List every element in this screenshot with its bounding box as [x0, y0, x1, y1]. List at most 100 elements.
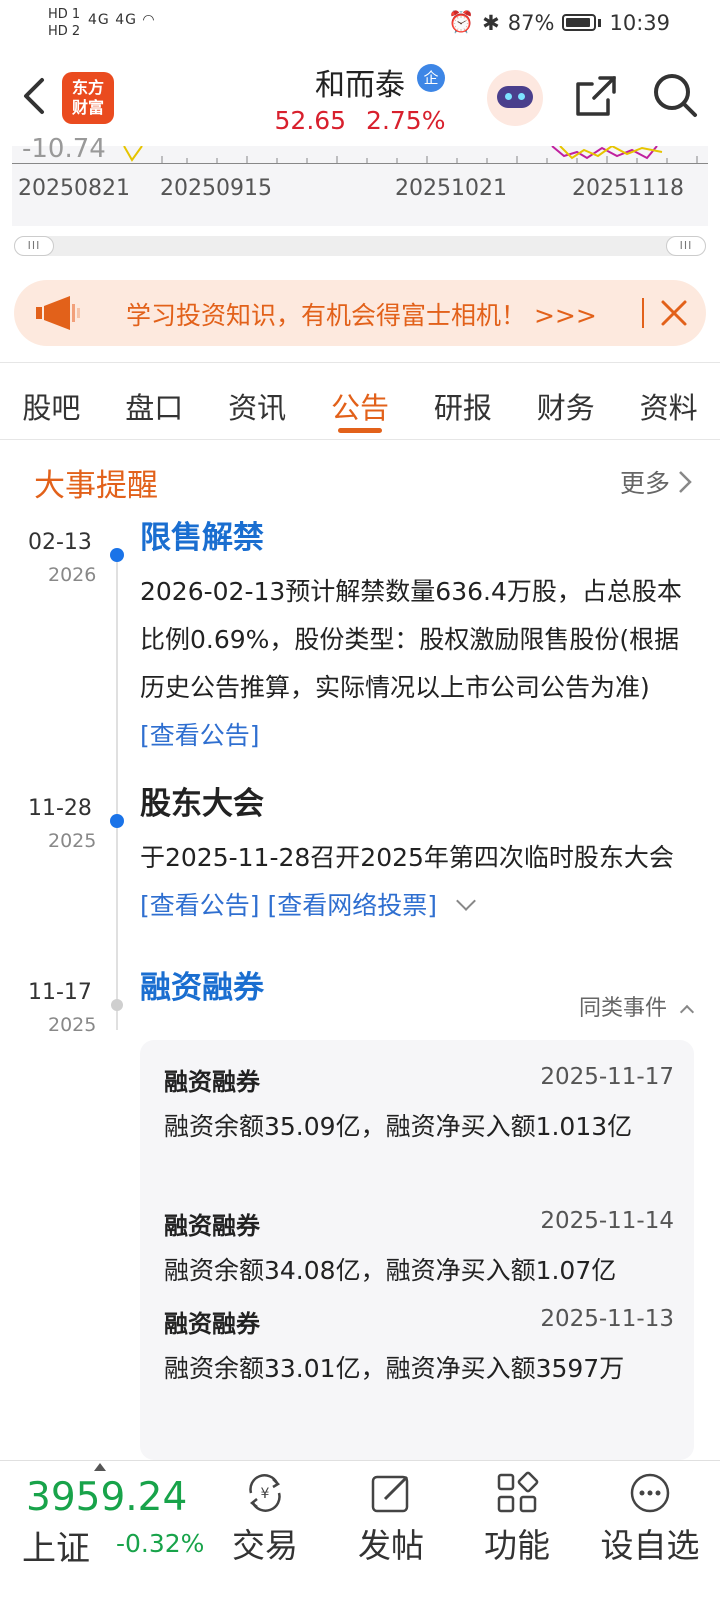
- trade-icon: ¥: [249, 1474, 281, 1512]
- share-icon[interactable]: [574, 74, 618, 118]
- event-body: 于2025-11-28召开2025年第四次临时股东大会 [查看公告] [查看网络…: [140, 834, 688, 930]
- search-icon[interactable]: [652, 72, 698, 118]
- chevron-up-icon: [679, 1004, 695, 1020]
- view-announcement-link[interactable]: [查看公告]: [140, 891, 260, 920]
- nav-post[interactable]: 发帖: [336, 1471, 446, 1567]
- tab-pankou[interactable]: 盘口: [103, 363, 206, 439]
- event-title-unlock[interactable]: 限售解禁: [140, 512, 264, 557]
- stock-detail-page: HD 1 HD 2 4G 4G ◠ ⏰ ✱ 87% 10:39 东方 财富 和而…: [0, 0, 720, 1600]
- record-text: 融资余额33.01亿，融资净买入额3597万: [164, 1354, 625, 1383]
- chart-frame: -10.74: [12, 134, 708, 164]
- range-handle-right[interactable]: III: [666, 236, 706, 256]
- chevron-down-icon[interactable]: [456, 891, 476, 911]
- index-name: 上证: [22, 1529, 90, 1569]
- stock-header: 东方 财富 和而泰 企 52.65 2.75%: [0, 48, 720, 146]
- nav-trade-label: 交易: [232, 1526, 298, 1565]
- record-date: 2025-11-13: [540, 1306, 674, 1332]
- nav-functions-label: 功能: [484, 1526, 550, 1565]
- tab-guba[interactable]: 股吧: [0, 363, 103, 439]
- chart-strip[interactable]: -10.74 20250821 20250915 20251021 202511…: [12, 134, 708, 226]
- clock: 10:39: [609, 10, 670, 35]
- range-handle-left[interactable]: III: [14, 236, 54, 256]
- event-year: 2025: [48, 1014, 97, 1036]
- event-body: 2026-02-13预计解禁数量636.4万股，占总股本比例0.69%，股份类型…: [140, 568, 688, 760]
- battery-cap: [598, 18, 602, 27]
- sim2-label: HD 2: [48, 24, 81, 39]
- event-date: 11-17: [28, 980, 92, 1005]
- tab-announcements[interactable]: 公告: [309, 363, 412, 439]
- edit-icon: [371, 1475, 409, 1513]
- nav-trade[interactable]: ¥ 交易: [210, 1471, 320, 1567]
- svg-text:¥: ¥: [261, 1486, 270, 1502]
- content-tabs: 股吧 盘口 资讯 公告 研报 财务 资料: [0, 362, 720, 440]
- event-date: 11-28: [28, 796, 92, 821]
- caret-up-icon: [94, 1463, 106, 1471]
- robot-face: [497, 86, 533, 108]
- section-title: 大事提醒: [34, 468, 158, 504]
- event-body-text: 于2025-11-28召开2025年第四次临时股东大会: [140, 843, 674, 872]
- promo-banner[interactable]: 学习投资知识，有机会得富士相机！ >>>: [14, 280, 706, 346]
- robot-eye-left: [505, 93, 512, 100]
- chart-ticks: [123, 146, 698, 164]
- list-item[interactable]: 融资融券 2025-11-17 融资余额35.09亿，融资净买入额1.013亿: [164, 1062, 674, 1151]
- nav-post-label: 发帖: [358, 1526, 424, 1565]
- alarm-icon: ⏰: [448, 10, 475, 34]
- status-bar: HD 1 HD 2 4G 4G ◠ ⏰ ✱ 87% 10:39: [0, 0, 720, 48]
- sim1-label: HD 1: [48, 7, 81, 22]
- wifi-icon: ◠: [142, 12, 156, 28]
- network-label: 4G 4G: [88, 12, 137, 28]
- list-item[interactable]: 融资融券 2025-11-14 融资余额34.08亿，融资净买入额1.07亿: [164, 1206, 674, 1295]
- chevron-right-icon: [679, 471, 692, 493]
- timeline-dot: [110, 814, 124, 828]
- chart-axis-value: -10.74: [22, 134, 106, 164]
- more-dots-icon: [630, 1473, 670, 1513]
- stock-price: 52.65: [274, 106, 347, 135]
- status-right: ⏰ ✱ 87% 10:39: [448, 10, 670, 35]
- tab-research[interactable]: 研报: [411, 363, 514, 439]
- tab-news[interactable]: 资讯: [206, 363, 309, 439]
- record-text: 融资余额35.09亿，融资净买入额1.013亿: [164, 1112, 633, 1141]
- view-announcement-link[interactable]: [查看公告]: [140, 721, 260, 750]
- event-year: 2025: [48, 830, 97, 852]
- event-title-margin-trading[interactable]: 融资融券: [140, 962, 264, 1007]
- more-link[interactable]: 更多: [620, 464, 692, 500]
- tab-finance[interactable]: 财务: [514, 363, 617, 439]
- enterprise-badge: 企: [417, 64, 445, 92]
- record-date: 2025-11-14: [540, 1208, 674, 1234]
- list-item[interactable]: 融资融券 2025-11-13 融资余额33.01亿，融资净买入额3597万: [164, 1304, 674, 1393]
- more-label: 更多: [619, 469, 670, 498]
- same-type-events-toggle[interactable]: 同类事件: [578, 990, 695, 1022]
- same-events-label: 同类事件: [578, 996, 667, 1021]
- robot-eye-right: [518, 93, 525, 100]
- close-icon[interactable]: [660, 299, 688, 327]
- index-change: -0.32%: [116, 1529, 205, 1558]
- record-text: 融资余额34.08亿，融资净买入额1.07亿: [164, 1256, 617, 1285]
- chart-date-label: 20251021: [395, 176, 507, 201]
- banner-text[interactable]: 学习投资知识，有机会得富士相机！ >>>: [126, 296, 597, 332]
- margin-records-card: 融资融券 2025-11-17 融资余额35.09亿，融资净买入额1.013亿 …: [140, 1040, 694, 1460]
- timeline-line: [116, 560, 118, 1030]
- tab-profile[interactable]: 资料: [617, 363, 720, 439]
- view-online-vote-link[interactable]: [查看网络投票]: [267, 891, 437, 920]
- event-date: 02-13: [28, 530, 92, 555]
- chart-date-label: 20251118: [572, 176, 684, 201]
- bluetooth-icon: ✱: [482, 10, 500, 35]
- index-value: 3959.24: [26, 1475, 188, 1520]
- chart-range-scrollbar[interactable]: III III: [14, 236, 706, 256]
- battery-icon: [562, 14, 597, 31]
- bottom-bar: 3959.24 上证 -0.32% ¥ 交易 发帖 功能 设自选: [0, 1460, 720, 1600]
- signal-icon: 4G 4G ◠: [88, 12, 156, 28]
- banner-divider: [642, 298, 644, 328]
- timeline-dot: [111, 999, 123, 1011]
- nav-watchlist[interactable]: 设自选: [588, 1471, 712, 1567]
- chart-date-label: 20250915: [160, 176, 272, 201]
- grid-icon: [497, 1471, 539, 1513]
- nav-functions[interactable]: 功能: [462, 1471, 572, 1567]
- stock-name: 和而泰: [315, 68, 405, 103]
- event-body-text: 2026-02-13预计解禁数量636.4万股，占总股本比例0.69%，股份类型…: [140, 577, 682, 702]
- timeline-dot: [110, 548, 124, 562]
- record-date: 2025-11-17: [540, 1064, 674, 1090]
- ai-assistant-robot-icon[interactable]: [487, 70, 543, 126]
- battery-percent: 87%: [507, 10, 555, 35]
- event-year: 2026: [48, 564, 97, 586]
